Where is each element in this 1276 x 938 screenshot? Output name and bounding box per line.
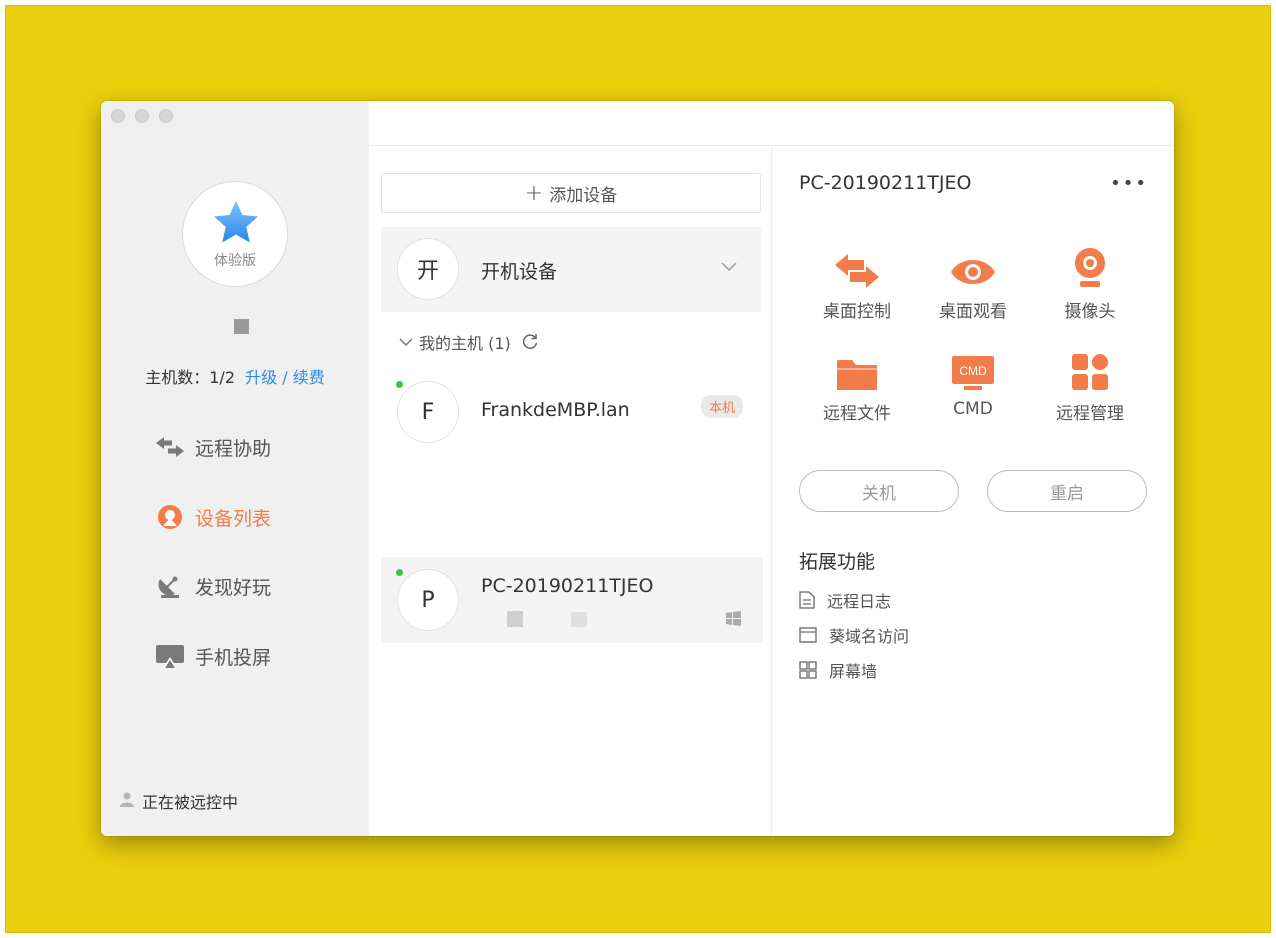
host-count: 主机数：1/2 升级 / 续费: [101, 364, 369, 388]
chevron-down-icon: [399, 337, 413, 346]
status-text: 正在被远控中: [142, 793, 239, 812]
my-hosts-section[interactable]: 我的主机 (1): [399, 330, 539, 354]
action-label: 桌面观看: [939, 302, 1007, 322]
action-remote-files[interactable]: 远程文件: [802, 341, 912, 424]
local-machine-badge: 本机: [700, 395, 743, 418]
nav-label: 手机投屏: [195, 646, 272, 669]
group-avatar: 开: [397, 238, 459, 300]
group-powered-on-devices[interactable]: 开 开机设备: [381, 227, 761, 312]
extensions-title: 拓展功能: [799, 551, 876, 573]
add-device-button[interactable]: + 添加设备: [381, 173, 761, 213]
ext-domain-access[interactable]: 葵域名访问: [799, 623, 909, 647]
zoom-window-button[interactable]: [159, 109, 173, 123]
action-label: 摄像头: [1064, 302, 1116, 322]
edition-label: 体验版: [214, 253, 256, 269]
ext-label: 葵域名访问: [829, 627, 910, 646]
chevron-down-icon[interactable]: [721, 257, 737, 276]
account-avatar[interactable]: 体验版: [182, 181, 288, 287]
action-desktop-view[interactable]: 桌面观看: [918, 239, 1028, 322]
nav-item-remote-assist[interactable]: 远程协助: [155, 432, 271, 462]
upgrade-renew-link[interactable]: 升级 / 续费: [245, 368, 325, 387]
nav-label: 远程协助: [195, 437, 272, 460]
document-icon: [799, 591, 815, 609]
ext-screen-wall[interactable]: 屏幕墙: [799, 658, 877, 682]
more-options-icon[interactable]: •••: [1110, 173, 1148, 194]
browser-window-icon: [799, 627, 817, 643]
star-icon: [214, 201, 258, 243]
action-remote-manage[interactable]: 远程管理: [1035, 341, 1145, 424]
action-camera[interactable]: 摄像头: [1035, 239, 1145, 322]
device-name: FrankdeMBP.lan: [481, 399, 630, 421]
ext-label: 屏幕墙: [829, 662, 878, 681]
status-square-icon: [234, 319, 249, 334]
host-count-label: 主机数：: [145, 368, 210, 387]
device-row-pc-20190211tjeo[interactable]: P PC-20190211TJEO: [381, 557, 763, 643]
device-list-panel: + 添加设备 开 开机设备 我的主机 (1) F FrankdeMBP.lan …: [369, 145, 772, 836]
device-list-icon: [155, 504, 185, 530]
device-row-frankdembp[interactable]: F FrankdeMBP.lan 本机: [381, 369, 763, 455]
action-cmd[interactable]: CMD CMD: [918, 341, 1028, 419]
folder-icon: [802, 341, 912, 391]
ext-remote-log[interactable]: 远程日志: [799, 588, 891, 612]
windows-icon: [726, 611, 741, 630]
device-status-icon: [571, 612, 587, 627]
cmd-icon-text: CMD: [959, 364, 987, 378]
title-bar: [369, 101, 1174, 146]
shutdown-button[interactable]: 关机: [799, 470, 959, 512]
section-label: 我的主机 (1): [419, 334, 511, 353]
cmd-icon: CMD: [918, 341, 1028, 391]
screen-cast-icon: [155, 643, 185, 669]
device-status-icon: [507, 611, 523, 627]
desktop-control-icon: [802, 239, 912, 289]
restart-button[interactable]: 重启: [987, 470, 1147, 512]
refresh-icon[interactable]: [521, 333, 539, 351]
arrows-swap-icon: [155, 434, 185, 460]
host-count-value: 1/2: [209, 368, 235, 387]
nav-item-discover[interactable]: 发现好玩: [155, 571, 271, 601]
action-label: 远程文件: [823, 404, 891, 424]
device-title: PC-20190211TJEO: [799, 172, 972, 194]
satellite-dish-icon: [155, 573, 185, 599]
action-label: 远程管理: [1056, 404, 1124, 424]
nav-item-device-list[interactable]: 设备列表: [155, 502, 271, 532]
group-title: 开机设备: [481, 261, 558, 283]
nav-label: 设备列表: [195, 507, 272, 530]
add-device-label: 添加设备: [549, 185, 618, 206]
online-indicator: [396, 569, 403, 576]
camera-icon: [1035, 239, 1145, 289]
user-icon: [119, 791, 135, 811]
action-desktop-control[interactable]: 桌面控制: [802, 239, 912, 322]
app-window: 体验版 主机数：1/2 升级 / 续费 远程协助 设备列表 发现好玩 手机投屏 …: [101, 101, 1174, 836]
manage-grid-icon: [1035, 341, 1145, 391]
device-avatar: P: [397, 569, 459, 631]
sidebar: 体验版 主机数：1/2 升级 / 续费 远程协助 设备列表 发现好玩 手机投屏 …: [101, 101, 369, 836]
window-controls: [111, 109, 173, 123]
nav-item-screen-cast[interactable]: 手机投屏: [155, 641, 271, 671]
grid-icon: [799, 661, 817, 679]
device-detail-panel: PC-20190211TJEO ••• 桌面控制 桌面观看 摄像头 远程文件 C…: [772, 145, 1174, 836]
minimize-window-button[interactable]: [135, 109, 149, 123]
online-indicator: [396, 381, 403, 388]
nav-label: 发现好玩: [195, 576, 272, 599]
device-name: PC-20190211TJEO: [481, 575, 654, 597]
remote-status: 正在被远控中: [119, 789, 238, 813]
action-label: 桌面控制: [823, 302, 891, 322]
plus-icon: +: [524, 180, 544, 206]
ext-label: 远程日志: [827, 592, 892, 611]
eye-icon: [918, 239, 1028, 289]
device-avatar: F: [397, 381, 459, 443]
action-label: CMD: [953, 399, 993, 419]
close-window-button[interactable]: [111, 109, 125, 123]
